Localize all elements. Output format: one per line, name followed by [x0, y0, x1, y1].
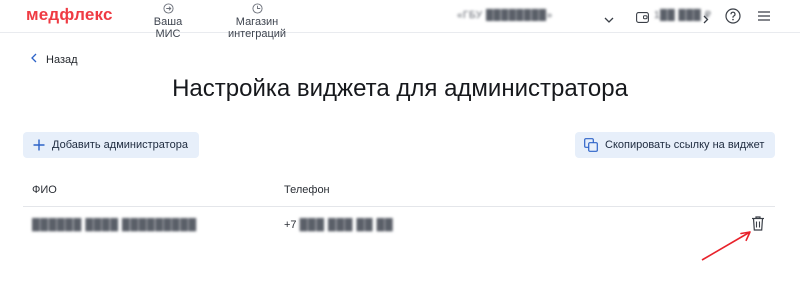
menu-icon[interactable]	[757, 9, 771, 27]
chevron-right-icon[interactable]	[703, 11, 709, 29]
admin-name-cell: ██████ ████ █████████	[32, 219, 197, 231]
login-icon	[143, 3, 193, 15]
organization-selector[interactable]: «ГБУ ████████»	[457, 10, 553, 21]
wallet-icon[interactable]	[636, 10, 649, 28]
phone-number-hidden: ███ ███ ██ ██	[299, 219, 394, 231]
logo[interactable]: медфлекс	[26, 5, 113, 25]
chevron-down-icon[interactable]	[604, 11, 614, 29]
page-title: Настройка виджета для администратора	[172, 75, 628, 102]
copy-icon	[584, 138, 598, 152]
add-administrator-label: Добавить администратора	[52, 139, 188, 151]
annotation-arrow-icon	[701, 231, 751, 261]
table-divider	[23, 206, 775, 207]
column-header-name: ФИО	[32, 184, 57, 196]
nav-item-label: Ваша МИС	[153, 16, 183, 40]
copy-widget-link-button[interactable]: Скопировать ссылку на виджет	[575, 132, 775, 158]
integrations-icon	[211, 3, 303, 15]
help-icon[interactable]	[725, 8, 741, 29]
column-header-phone: Телефон	[284, 184, 330, 196]
chevron-left-icon	[31, 53, 37, 66]
copy-widget-link-label: Скопировать ссылку на виджет	[605, 139, 765, 151]
phone-prefix: +7	[284, 219, 297, 231]
back-link[interactable]: Назад	[31, 53, 78, 66]
top-bar: медфлекс Ваша МИС Магазин интеграций «ГБ…	[0, 0, 800, 40]
back-label: Назад	[46, 53, 78, 66]
nav-item-integrations[interactable]: Магазин интеграций	[211, 3, 303, 40]
nav-item-label: Магазин интеграций	[227, 16, 287, 40]
admin-phone-cell: +7 ███ ███ ██ ██	[284, 219, 393, 231]
plus-icon	[33, 139, 45, 151]
nav-item-mis[interactable]: Ваша МИС	[143, 3, 193, 40]
add-administrator-button[interactable]: Добавить администратора	[23, 132, 199, 158]
